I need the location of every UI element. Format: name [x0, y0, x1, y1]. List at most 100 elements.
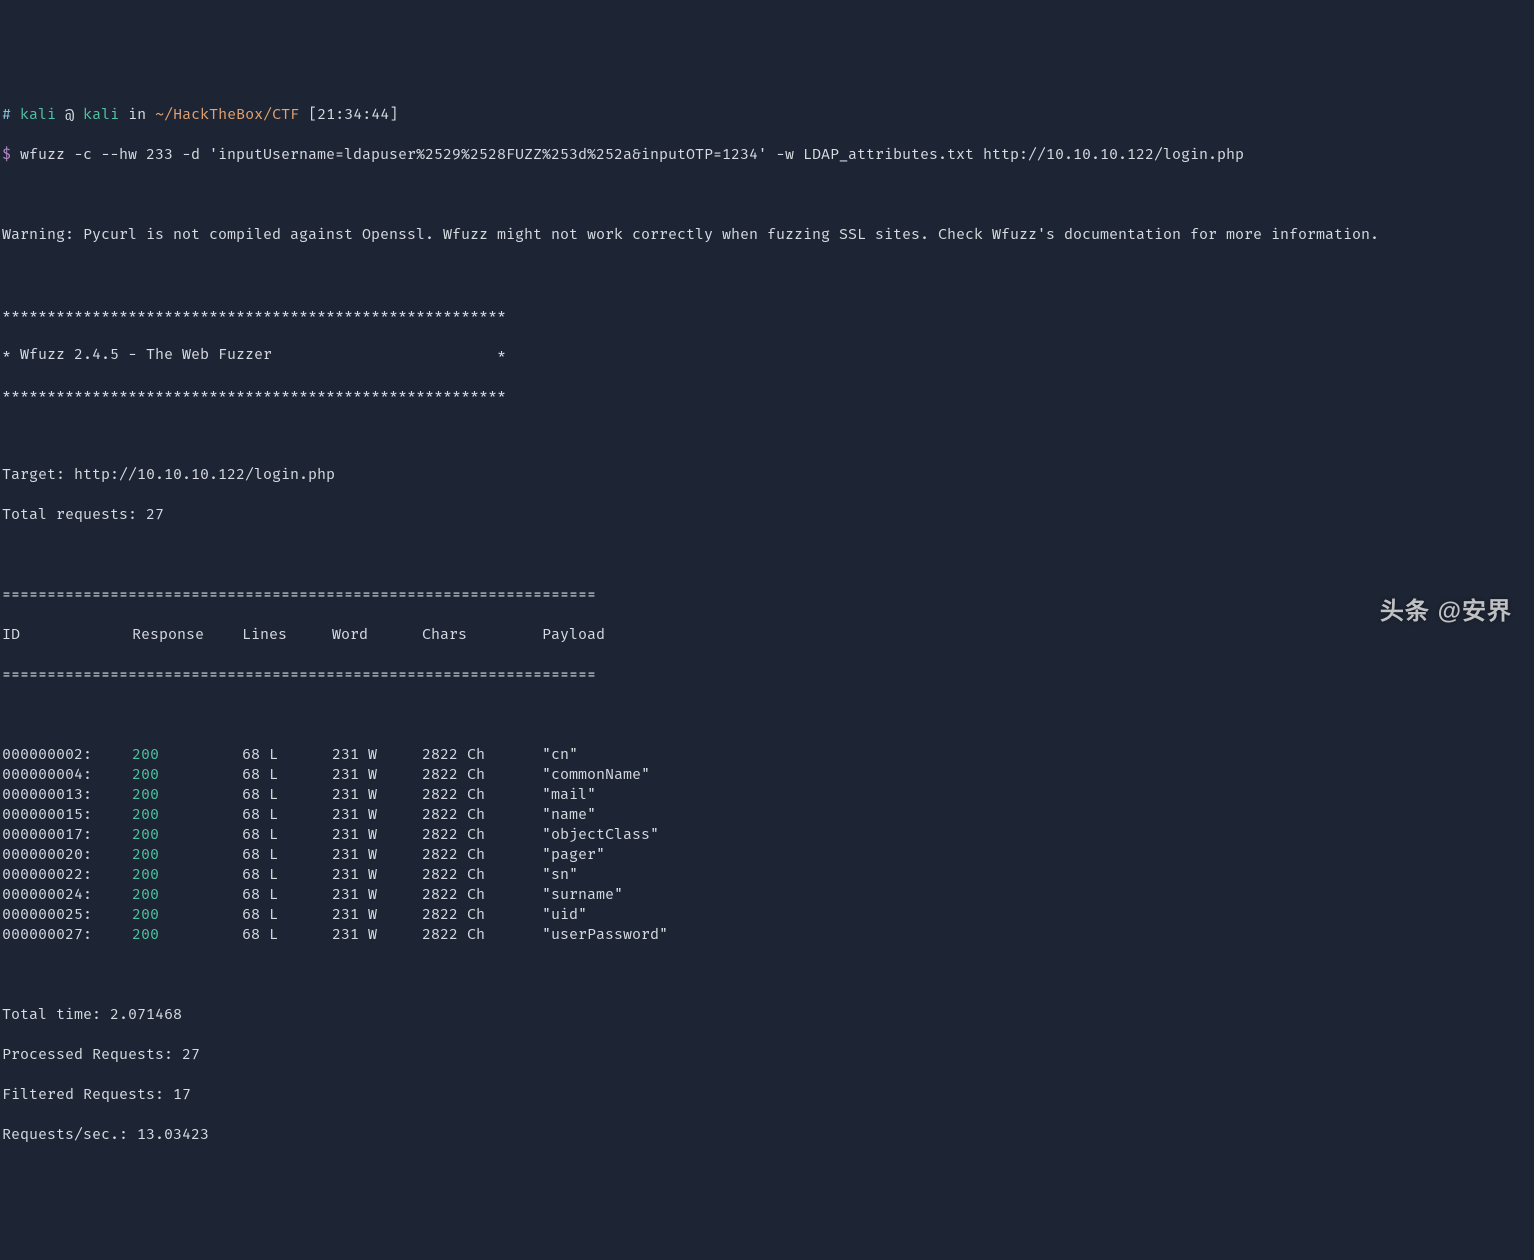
cell-id: 000000002:: [2, 744, 132, 764]
cell-response: 200: [132, 844, 242, 864]
cell-lines: 68 L: [242, 804, 332, 824]
prompt-line-2: $ wfuzz -c --hw 233 -d 'inputUsername=ld…: [2, 144, 1532, 164]
cell-chars: 2822 Ch: [422, 884, 542, 904]
cell-payload: "name": [542, 804, 596, 824]
cell-id: 000000015:: [2, 804, 132, 824]
cell-response: 200: [132, 904, 242, 924]
cell-response: 200: [132, 924, 242, 944]
prompt-time: [21:34:44]: [308, 105, 398, 123]
footer-processed: Processed Requests: 27: [2, 1044, 1532, 1064]
target-label: Target:: [2, 465, 74, 483]
table-row: 000000004:20068 L231 W2822 Ch"commonName…: [2, 764, 1532, 784]
col-word: Word: [332, 624, 422, 644]
blank-line: [2, 964, 1532, 984]
cell-payload: "uid": [542, 904, 587, 924]
cell-word: 231 W: [332, 864, 422, 884]
table-row: 000000025:20068 L231 W2822 Ch"uid": [2, 904, 1532, 924]
total-requests-line: Total requests: 27: [2, 504, 1532, 524]
cell-lines: 68 L: [242, 784, 332, 804]
cell-chars: 2822 Ch: [422, 864, 542, 884]
table-row: 000000015:20068 L231 W2822 Ch"name": [2, 804, 1532, 824]
blank-line: [2, 424, 1532, 444]
cell-payload: "surname": [542, 884, 623, 904]
blank-line: [2, 544, 1532, 564]
footer-rps: Requests/sec.: 13.03423: [2, 1124, 1532, 1144]
cell-word: 231 W: [332, 744, 422, 764]
cell-chars: 2822 Ch: [422, 744, 542, 764]
cell-response: 200: [132, 744, 242, 764]
cell-payload: "objectClass": [542, 824, 659, 844]
footer-total-time: Total time: 2.071468: [2, 1004, 1532, 1024]
separator-bottom: ========================================…: [2, 664, 1532, 684]
col-response: Response: [132, 624, 242, 644]
table-row: 000000017:20068 L231 W2822 Ch"objectClas…: [2, 824, 1532, 844]
cell-word: 231 W: [332, 844, 422, 864]
cell-lines: 68 L: [242, 844, 332, 864]
cell-id: 000000017:: [2, 824, 132, 844]
cell-word: 231 W: [332, 924, 422, 944]
table-row: 000000020:20068 L231 W2822 Ch"pager": [2, 844, 1532, 864]
blank-line: [2, 704, 1532, 724]
command-text: wfuzz -c --hw 233 -d 'inputUsername=ldap…: [20, 145, 1244, 163]
banner-stars-top: ****************************************…: [2, 304, 1532, 324]
cell-lines: 68 L: [242, 904, 332, 924]
cell-payload: "commonName": [542, 764, 650, 784]
table-row: 000000027:20068 L231 W2822 Ch"userPasswo…: [2, 924, 1532, 944]
cell-id: 000000013:: [2, 784, 132, 804]
cell-chars: 2822 Ch: [422, 804, 542, 824]
cell-chars: 2822 Ch: [422, 764, 542, 784]
blank-line: [2, 184, 1532, 204]
cell-lines: 68 L: [242, 764, 332, 784]
cell-word: 231 W: [332, 764, 422, 784]
cell-chars: 2822 Ch: [422, 924, 542, 944]
separator-top: ========================================…: [2, 584, 1532, 604]
banner-stars-bottom: ****************************************…: [2, 384, 1532, 404]
cell-chars: 2822 Ch: [422, 844, 542, 864]
cell-payload: "mail": [542, 784, 596, 804]
cell-word: 231 W: [332, 824, 422, 844]
cell-lines: 68 L: [242, 744, 332, 764]
watermark: 头条 @安界: [1380, 602, 1512, 622]
dollar-symbol: $: [2, 145, 11, 163]
prompt-path: ~/HackTheBox/CTF: [155, 105, 299, 123]
cell-response: 200: [132, 824, 242, 844]
cell-word: 231 W: [332, 904, 422, 924]
cell-lines: 68 L: [242, 864, 332, 884]
blank-line: [2, 264, 1532, 284]
at-symbol: @: [65, 105, 74, 123]
table-body: 000000002:20068 L231 W2822 Ch"cn"0000000…: [2, 744, 1532, 944]
cell-id: 000000004:: [2, 764, 132, 784]
cell-payload: "cn": [542, 744, 578, 764]
col-chars: Chars: [422, 624, 542, 644]
cell-chars: 2822 Ch: [422, 784, 542, 804]
col-id: ID: [2, 624, 132, 644]
prompt-user: kali: [20, 105, 56, 123]
cell-id: 000000022:: [2, 864, 132, 884]
cell-payload: "userPassword": [542, 924, 668, 944]
warning-line: Warning: Pycurl is not compiled against …: [2, 224, 1532, 244]
footer-filtered: Filtered Requests: 17: [2, 1084, 1532, 1104]
cell-response: 200: [132, 804, 242, 824]
table-row: 000000002:20068 L231 W2822 Ch"cn": [2, 744, 1532, 764]
col-payload: Payload: [542, 624, 605, 644]
cell-lines: 68 L: [242, 924, 332, 944]
hash-symbol: #: [2, 105, 11, 123]
cell-id: 000000027:: [2, 924, 132, 944]
cell-payload: "pager": [542, 844, 605, 864]
in-word: in: [128, 105, 146, 123]
cell-response: 200: [132, 784, 242, 804]
cell-id: 000000020:: [2, 844, 132, 864]
terminal[interactable]: # kali @ kali in ~/HackTheBox/CTF [21:34…: [0, 80, 1534, 1168]
prompt-line-1: # kali @ kali in ~/HackTheBox/CTF [21:34…: [2, 104, 1532, 124]
cell-id: 000000024:: [2, 884, 132, 904]
cell-chars: 2822 Ch: [422, 904, 542, 924]
cell-response: 200: [132, 884, 242, 904]
cell-response: 200: [132, 764, 242, 784]
cell-payload: "sn": [542, 864, 578, 884]
banner-title: * Wfuzz 2.4.5 - The Web Fuzzer *: [2, 344, 1532, 364]
cell-word: 231 W: [332, 884, 422, 904]
cell-id: 000000025:: [2, 904, 132, 924]
target-line: Target: http://10.10.10.122/login.php: [2, 464, 1532, 484]
table-row: 000000022:20068 L231 W2822 Ch"sn": [2, 864, 1532, 884]
prompt-host: kali: [83, 105, 119, 123]
